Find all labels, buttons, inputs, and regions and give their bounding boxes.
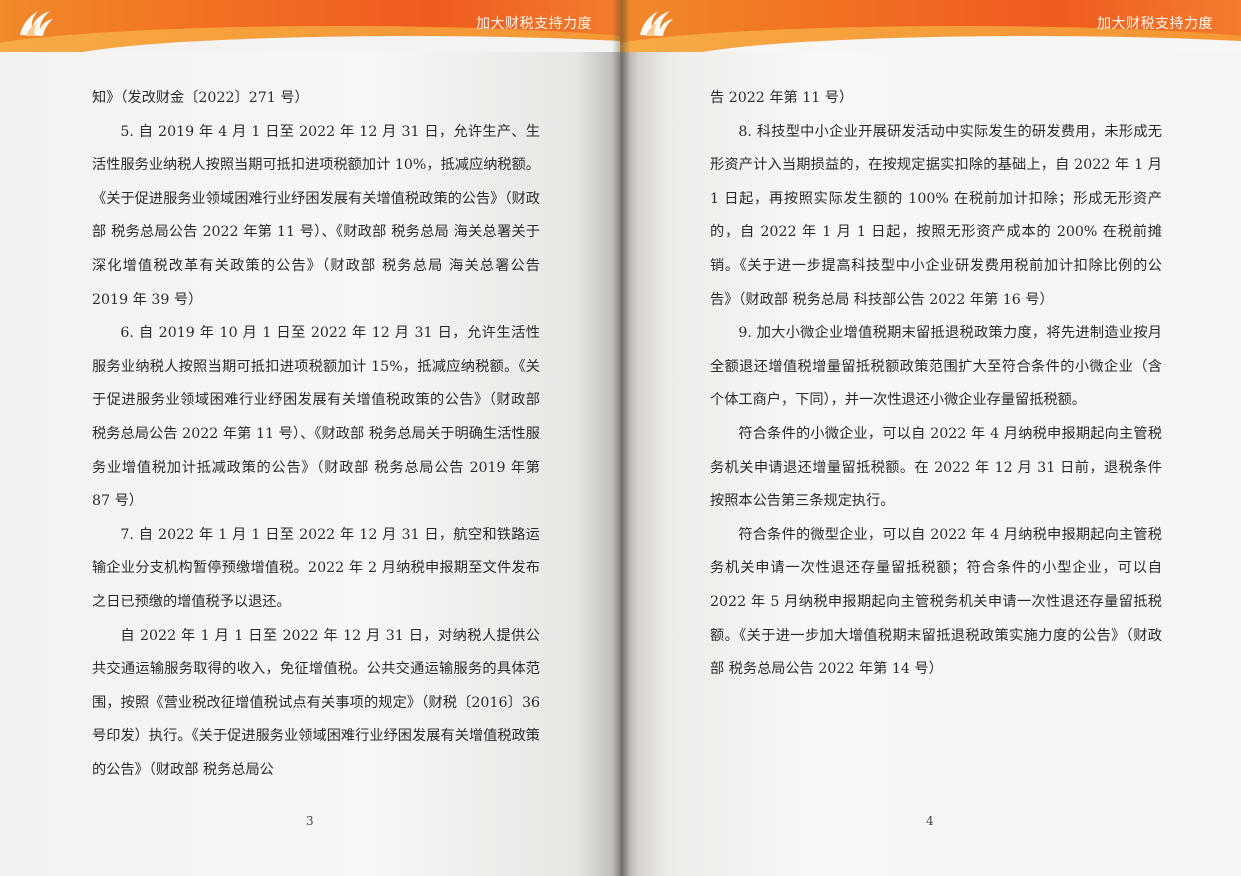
paragraph: 自 2022 年 1 月 1 日至 2022 年 12 月 31 日，对纳税人提… — [92, 627, 540, 778]
left-body-text: 知》（发改财金〔2022〕271 号） 5. 自 2019 年 4 月 1 日至 … — [92, 82, 540, 787]
paragraph: 9. 加大小微企业增值税期末留抵退税政策力度，将先进制造业按月全额退还增值税增量… — [710, 325, 1162, 409]
page-number-right: 4 — [926, 814, 934, 828]
page-header-right: 加大财税支持力度 — [620, 0, 1241, 52]
right-page: 加大财税支持力度 告 2022 年第 11 号） 8. 科技型中小企业开展研发活动… — [620, 0, 1241, 876]
flame-wing-logo-icon — [20, 11, 53, 36]
paragraph: 7. 自 2022 年 1 月 1 日至 2022 年 12 月 31 日，航空… — [92, 526, 540, 610]
page-header: 加大财税支持力度 — [0, 0, 620, 52]
header-title: 加大财税支持力度 — [476, 16, 592, 32]
paragraph: 5. 自 2019 年 4 月 1 日至 2022 年 12 月 31 日，允许… — [92, 123, 540, 308]
paragraph: 6. 自 2019 年 10 月 1 日至 2022 年 12 月 31 日，允… — [92, 325, 540, 510]
flame-wing-logo-icon — [640, 11, 673, 36]
paragraph: 知》（发改财金〔2022〕271 号） — [92, 90, 309, 106]
paragraph: 符合条件的微型企业，可以自 2022 年 4 月纳税申报期起向主管税务机关申请一… — [710, 526, 1162, 678]
book-spread: 加大财税支持力度 知》（发改财金〔2022〕271 号） 5. 自 2019 年 … — [0, 0, 1241, 876]
paragraph: 符合条件的小微企业，可以自 2022 年 4 月纳税申报期起向主管税务机关申请退… — [710, 425, 1162, 510]
header-title-right: 加大财税支持力度 — [1097, 16, 1213, 32]
paragraph: 告 2022 年第 11 号） — [710, 90, 854, 106]
page-number-left: 3 — [306, 814, 314, 828]
paragraph: 8. 科技型中小企业开展研发活动中实际发生的研发费用，未形成无形资产计入当期损益… — [710, 123, 1162, 308]
left-page: 加大财税支持力度 知》（发改财金〔2022〕271 号） 5. 自 2019 年 … — [0, 0, 620, 876]
right-body-text: 告 2022 年第 11 号） 8. 科技型中小企业开展研发活动中实际发生的研发费… — [710, 82, 1162, 687]
